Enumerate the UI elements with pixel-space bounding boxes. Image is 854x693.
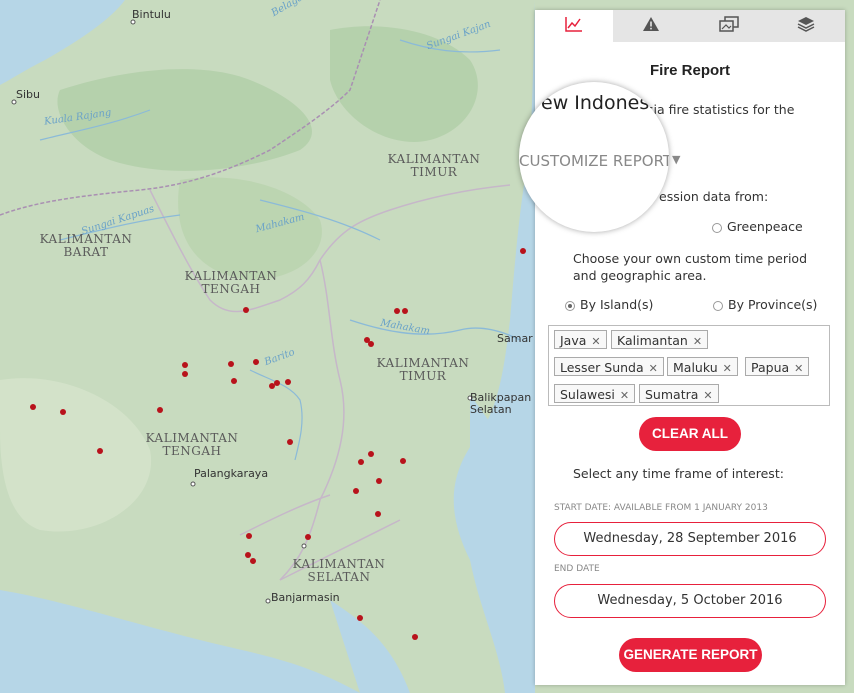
- magnifier-lens: ew Indonesi CUSTOMIZE REPORT: [519, 82, 669, 232]
- island-tag: Papua ✕: [745, 357, 810, 376]
- fire-hotspot[interactable]: [97, 448, 103, 454]
- island-tag-label: Kalimantan: [617, 333, 688, 348]
- city-label-banjarmasin: Banjarmasin: [271, 591, 340, 604]
- fire-hotspot[interactable]: [287, 439, 293, 445]
- choose-text-line2: and geographic area.: [573, 268, 707, 283]
- fire-hotspot[interactable]: [253, 359, 259, 365]
- fire-hotspot[interactable]: [250, 558, 256, 564]
- fire-hotspot[interactable]: [245, 552, 251, 558]
- customize-report-label: CUSTOMIZE REPORT: [519, 152, 669, 170]
- city-label-balikpapan: Balikpapan Selatan: [470, 391, 532, 416]
- fire-hotspot[interactable]: [231, 378, 237, 384]
- island-tag-label: Maluku: [673, 360, 718, 375]
- fire-hotspot[interactable]: [30, 404, 36, 410]
- city-label-samarinda: Samar: [497, 332, 533, 345]
- island-tag: Kalimantan ✕: [611, 330, 709, 349]
- line-chart-icon: [565, 16, 583, 36]
- island-tag: Sumatra ✕: [639, 384, 719, 403]
- remove-tag-icon[interactable]: ✕: [723, 362, 732, 375]
- fire-hotspot[interactable]: [243, 307, 249, 313]
- customize-report-toggle[interactable]: CUSTOMIZE REPORT: [519, 152, 669, 170]
- city-label-palangkaraya: Palangkaraya: [194, 467, 269, 480]
- by-province-label: By Province(s): [728, 297, 818, 312]
- start-date-field[interactable]: Wednesday, 28 September 2016: [554, 522, 826, 556]
- city-label-bintulu: Bintulu: [132, 8, 171, 21]
- fire-hotspot[interactable]: [400, 458, 406, 464]
- province-label-kalimantan-tengah-north: KALIMANTAN TENGAH: [184, 269, 278, 296]
- island-tag-label: Lesser Sunda: [560, 360, 644, 375]
- remove-tag-icon[interactable]: ✕: [794, 362, 803, 375]
- tab-analysis[interactable]: [535, 10, 613, 42]
- fire-hotspot[interactable]: [376, 478, 382, 484]
- island-tag: Maluku ✕: [667, 357, 738, 376]
- fire-hotspot[interactable]: [357, 615, 363, 621]
- remove-tag-icon[interactable]: ✕: [620, 389, 629, 402]
- timeframe-text: Select any time frame of interest:: [573, 466, 784, 481]
- island-tag-label: Sumatra: [645, 387, 699, 402]
- fire-hotspot[interactable]: [157, 407, 163, 413]
- remove-tag-icon[interactable]: ✕: [693, 335, 702, 348]
- choose-text-line1: Choose your own custom time period: [573, 251, 808, 266]
- by-province-option[interactable]: By Province(s): [713, 297, 817, 312]
- fire-hotspot[interactable]: [182, 362, 188, 368]
- fire-hotspot[interactable]: [368, 451, 374, 457]
- end-date-field[interactable]: Wednesday, 5 October 2016: [554, 584, 826, 618]
- chevron-down-icon[interactable]: ▼: [672, 153, 680, 166]
- panel-tabs: [535, 10, 845, 42]
- island-tag: Lesser Sunda ✕: [554, 357, 664, 376]
- province-label-kalimantan-timur-north: KALIMANTAN TIMUR: [387, 152, 481, 179]
- panel-title: Fire Report: [649, 62, 730, 79]
- province-label-kalimantan-tengah: KALIMANTAN TENGAH: [145, 431, 239, 458]
- tab-layers[interactable]: [768, 10, 846, 42]
- fire-hotspot[interactable]: [402, 308, 408, 314]
- island-tag: Java ✕: [554, 330, 607, 349]
- island-tag-label: Java: [560, 333, 587, 348]
- island-tag-label: Sulawesi: [560, 387, 615, 402]
- fire-hotspot[interactable]: [246, 533, 252, 539]
- concession-text: ession data from:: [659, 189, 769, 204]
- images-icon: [719, 16, 739, 36]
- fire-hotspot[interactable]: [60, 409, 66, 415]
- by-islands-radio[interactable]: [565, 300, 575, 311]
- fire-hotspot[interactable]: [228, 361, 234, 367]
- fire-hotspot[interactable]: [368, 341, 374, 347]
- island-tag-label: Papua: [751, 360, 790, 375]
- intro-text: sia fire statistics for the: [647, 102, 795, 117]
- fire-hotspot[interactable]: [375, 511, 381, 517]
- start-date-caption: START DATE: AVAILABLE FROM 1 JANUARY 201…: [554, 503, 768, 513]
- remove-tag-icon[interactable]: ✕: [649, 362, 658, 375]
- province-label-kalimantan-barat: KALIMANTAN BARAT: [39, 232, 133, 259]
- tab-alerts[interactable]: [613, 10, 691, 42]
- greenpeace-radio[interactable]: [712, 222, 722, 233]
- greenpeace-option[interactable]: Greenpeace: [712, 219, 803, 234]
- island-tag: Sulawesi ✕: [554, 384, 636, 403]
- tab-imagery[interactable]: [690, 10, 768, 42]
- by-province-radio[interactable]: [713, 300, 723, 311]
- fire-hotspot[interactable]: [394, 308, 400, 314]
- generate-report-button[interactable]: GENERATE REPORT: [619, 638, 762, 672]
- province-label-kalimantan-timur: KALIMANTAN TIMUR: [376, 356, 470, 383]
- fire-hotspot[interactable]: [412, 634, 418, 640]
- layers-icon: [797, 16, 815, 36]
- fire-hotspot[interactable]: [182, 371, 188, 377]
- province-label-kalimantan-selatan: KALIMANTAN SELATAN: [292, 557, 386, 584]
- remove-tag-icon[interactable]: ✕: [703, 389, 712, 402]
- by-islands-label: By Island(s): [580, 297, 654, 312]
- remove-tag-icon[interactable]: ✕: [591, 335, 600, 348]
- greenpeace-label: Greenpeace: [727, 219, 803, 234]
- fire-hotspot[interactable]: [358, 459, 364, 465]
- fire-hotspot[interactable]: [520, 248, 526, 254]
- island-multiselect[interactable]: Java ✕ Kalimantan ✕ Lesser Sunda ✕ Maluku ✕ …: [548, 325, 830, 406]
- magnified-intro-text: ew Indonesi: [541, 92, 655, 114]
- fire-hotspot[interactable]: [353, 488, 359, 494]
- by-islands-option[interactable]: By Island(s): [565, 297, 653, 312]
- end-date-caption: END DATE: [554, 564, 600, 574]
- clear-all-button[interactable]: CLEAR ALL: [639, 417, 741, 451]
- warning-icon: [642, 16, 660, 36]
- fire-hotspot[interactable]: [274, 380, 280, 386]
- fire-hotspot[interactable]: [285, 379, 291, 385]
- city-label-sibu: Sibu: [16, 88, 40, 101]
- fire-hotspot[interactable]: [305, 534, 311, 540]
